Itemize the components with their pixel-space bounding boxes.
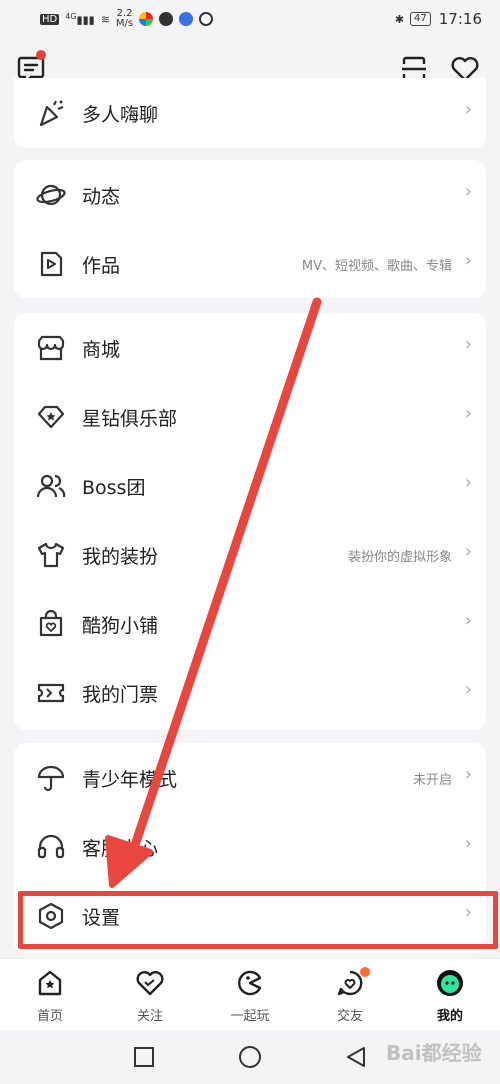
app-notify-icon	[179, 12, 194, 26]
chevron-right-icon: ›	[464, 902, 472, 923]
menu-item-dress-up[interactable]: 我的装扮 装扮你的虚拟形象 ›	[14, 520, 486, 590]
notification-dot	[36, 50, 46, 60]
chevron-right-icon: ›	[464, 334, 472, 355]
group-users-icon	[36, 474, 66, 498]
watermark: Bai都经验	[386, 1041, 482, 1065]
menu-item-label: 商城	[82, 339, 121, 361]
signal-label: 4G	[65, 11, 77, 21]
settings-hexagon-icon	[38, 902, 64, 930]
menu-section-services: 商城 › 星钻俱乐部 › Boss团 › 我的装扮 装扮你的虚拟形象 › 酷狗小…	[14, 313, 486, 730]
menu-item-hint: 装扮你的虚拟形象	[347, 550, 452, 565]
menu-item-mall[interactable]: 商城 ›	[14, 313, 486, 383]
headset-icon	[37, 834, 65, 859]
diamond-star-icon	[37, 405, 65, 429]
nav-item-home[interactable]: 首页	[10, 959, 90, 1031]
signal-icon: 4G▮▮▮	[65, 11, 95, 27]
menu-item-star-club[interactable]: 星钻俱乐部 ›	[14, 382, 486, 452]
menu-item-label: 我的门票	[82, 684, 159, 706]
menu-item-multi-chat[interactable]: 多人嗨聊 ›	[14, 78, 486, 148]
nav-label: 关注	[136, 1009, 163, 1024]
menu-item-label: 客服中心	[82, 838, 159, 860]
chevron-right-icon: ›	[464, 472, 472, 493]
menu-item-label: 作品	[82, 255, 121, 277]
nav-item-friends[interactable]: 交友	[310, 959, 390, 1031]
menu-item-my-tickets[interactable]: 我的门票 ›	[14, 658, 486, 728]
home-icon	[38, 970, 62, 996]
chevron-right-icon: ›	[464, 403, 472, 424]
nav-label: 我的	[436, 1009, 463, 1024]
menu-item-hint: MV、短视频、歌曲、专辑	[301, 259, 452, 274]
play-together-icon	[238, 970, 262, 996]
nav-label: 首页	[36, 1009, 63, 1024]
nav-item-play-together[interactable]: 一起玩	[210, 959, 290, 1031]
menu-item-label: 酷狗小铺	[82, 615, 159, 637]
menu-item-teen-mode[interactable]: 青少年模式 未开启 ›	[14, 743, 486, 813]
play-document-icon	[40, 251, 63, 277]
menu-item-label: 星钻俱乐部	[82, 408, 178, 430]
menu-section-system: 青少年模式 未开启 › 客服中心 › 设置 ›	[14, 743, 486, 953]
app-notify-icon	[139, 12, 154, 26]
chevron-right-icon: ›	[464, 181, 472, 202]
storefront-icon	[37, 335, 65, 361]
network-badge: HD	[40, 13, 60, 25]
shopping-bag-icon	[39, 609, 63, 637]
nav-item-follow[interactable]: 关注	[110, 959, 190, 1031]
bottom-nav: 首页 关注 一起玩 交友 我的	[0, 958, 500, 1030]
chevron-right-icon: ›	[464, 99, 472, 120]
menu-item-label: 青少年模式	[82, 769, 178, 791]
menu-item-kugou-shop[interactable]: 酷狗小铺 ›	[14, 589, 486, 659]
menu-item-label: 我的装扮	[82, 546, 159, 568]
heart-icon	[136, 971, 164, 996]
app-notify-icon	[159, 12, 174, 26]
party-popper-icon	[39, 100, 64, 127]
menu-item-hint: 未开启	[412, 773, 452, 788]
status-bar: HD 4G▮▮▮ ≋ 2.2 M/s ✱ 47 17:16	[0, 0, 500, 38]
status-left: HD 4G▮▮▮ ≋ 2.2 M/s	[40, 9, 214, 29]
bluetooth-icon: ✱	[394, 12, 405, 26]
ticket-icon	[37, 683, 65, 703]
chevron-right-icon: ›	[464, 541, 472, 562]
nav-item-mine[interactable]: 我的	[410, 959, 490, 1031]
chevron-right-icon: ›	[464, 250, 472, 271]
menu-item-customer-service[interactable]: 客服中心 ›	[14, 812, 486, 882]
menu-item-moments[interactable]: 动态 ›	[14, 160, 486, 230]
menu-section-content: 动态 › 作品 MV、短视频、歌曲、专辑 ›	[14, 160, 486, 298]
planet-icon	[36, 184, 66, 206]
chevron-right-icon: ›	[464, 679, 472, 700]
battery-icon: 47	[410, 12, 431, 26]
recent-apps-icon[interactable]	[132, 1045, 156, 1069]
menu-item-boss-group[interactable]: Boss团 ›	[14, 451, 486, 521]
chevron-right-icon: ›	[464, 833, 472, 854]
clock: 17:16	[438, 10, 482, 28]
status-right: ✱ 47 17:16	[395, 10, 482, 28]
menu-item-label: Boss团	[82, 477, 146, 499]
menu-item-label: 动态	[82, 186, 121, 208]
network-speed: 2.2 M/s	[116, 9, 133, 29]
wifi-icon: ≋	[100, 12, 110, 26]
chevron-right-icon: ›	[464, 610, 472, 631]
speed-unit: M/s	[115, 18, 134, 29]
chevron-right-icon: ›	[464, 764, 472, 785]
nav-label: 一起玩	[230, 1009, 270, 1024]
nav-label: 交友	[336, 1009, 363, 1024]
home-circle-icon[interactable]	[237, 1044, 263, 1070]
back-triangle-icon[interactable]	[344, 1045, 368, 1069]
shirt-icon	[37, 542, 65, 568]
menu-section-social: 多人嗨聊 ›	[14, 78, 486, 148]
umbrella-icon	[37, 765, 65, 792]
my-avatar-icon	[437, 970, 463, 996]
app-notify-icon	[199, 12, 214, 26]
menu-item-settings[interactable]: 设置 ›	[14, 881, 486, 951]
menu-item-label: 设置	[82, 907, 121, 929]
menu-item-label: 多人嗨聊	[82, 104, 159, 126]
menu-item-works[interactable]: 作品 MV、短视频、歌曲、专辑 ›	[14, 229, 486, 298]
notification-dot	[360, 967, 370, 977]
